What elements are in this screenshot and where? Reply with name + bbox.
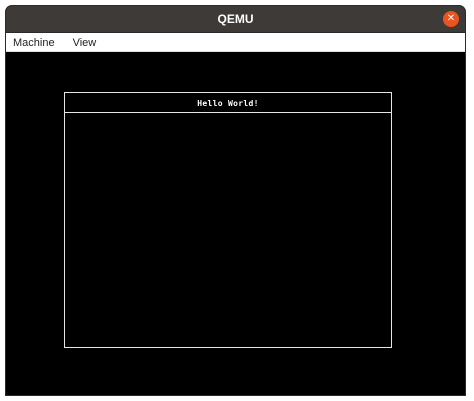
menu-bar: Machine View (6, 33, 465, 52)
qemu-window: QEMU ✕ Machine View Hello World! (6, 6, 465, 395)
window-title: QEMU (217, 12, 254, 26)
vm-display[interactable]: Hello World! (6, 52, 465, 395)
message-box: Hello World! (64, 92, 392, 348)
close-icon[interactable]: ✕ (443, 11, 459, 27)
title-bar[interactable]: QEMU ✕ (6, 6, 465, 33)
hello-message: Hello World! (197, 99, 259, 108)
menu-view[interactable]: View (66, 34, 104, 52)
message-box-header: Hello World! (65, 93, 391, 113)
menu-machine[interactable]: Machine (6, 34, 62, 52)
